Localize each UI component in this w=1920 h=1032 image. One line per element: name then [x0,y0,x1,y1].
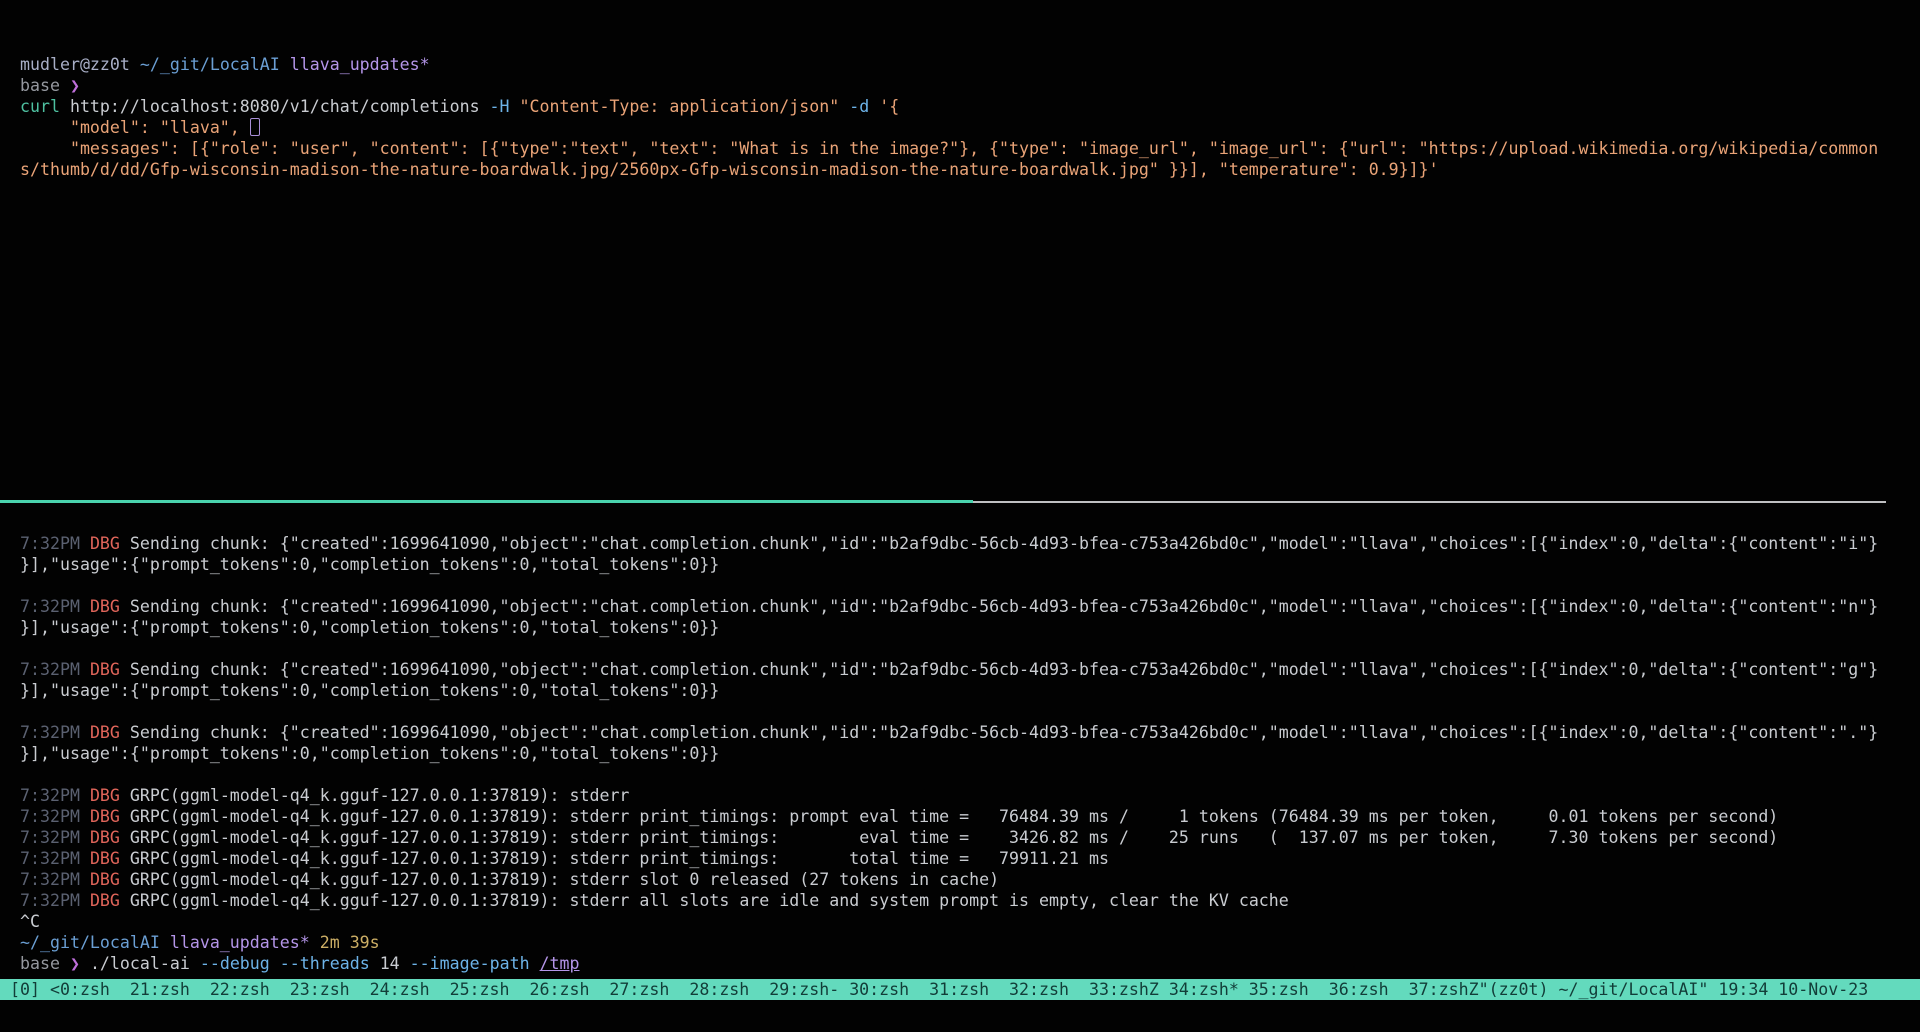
text-segment: DBG [90,828,130,847]
terminal-line: "model": "llava", [20,117,1920,138]
text-segment: '{ [879,97,899,116]
tmux-status-bar[interactable]: [0] <0:zsh 21:zsh 22:zsh 23:zsh 24:zsh 2… [0,979,1920,1000]
text-segment: 7:32PM [20,870,90,889]
text-segment: 7:32PM [20,828,90,847]
text-segment: --threads [280,954,380,973]
terminal-line: mudler@zz0t ~/_git/LocalAI llava_updates… [20,54,1920,75]
text-segment: 2m 39s [320,933,380,952]
terminal-line [20,701,1920,722]
text-segment: 7:32PM [20,891,90,910]
text-segment: 7:32PM [20,723,90,742]
text-segment: 7:32PM [20,660,90,679]
text-segment: GRPC(ggml-model-q4_k.gguf-127.0.0.1:3781… [130,891,1289,910]
text-segment: -H [490,97,520,116]
pane-divider-active-segment [0,500,973,503]
text-segment: 14 [380,954,410,973]
terminal-line: }],"usage":{"prompt_tokens":0,"completio… [20,554,1920,575]
terminal-line: s/thumb/d/dd/Gfp-wisconsin-madison-the-n… [20,159,1920,180]
tmux-window-list[interactable]: <0:zsh 21:zsh 22:zsh 23:zsh 24:zsh 25:zs… [50,980,1479,999]
text-segment: 7:32PM [20,807,90,826]
terminal-line: 7:32PM DBG Sending chunk: {"created":169… [20,596,1920,617]
text-segment: DBG [90,597,130,616]
text-segment: --image-path [410,954,540,973]
pane-divider-inactive-segment [973,501,1886,503]
text-segment: curl [20,97,70,116]
terminal-line: base ❯ ./local-ai --debug --threads 14 -… [20,953,1920,974]
terminal-line [20,638,1920,659]
text-cursor-icon [250,118,260,136]
terminal-line: "messages": [{"role": "user", "content":… [20,138,1920,159]
text-segment: GRPC(ggml-model-q4_k.gguf-127.0.0.1:3781… [130,828,1778,847]
terminal-line: }],"usage":{"prompt_tokens":0,"completio… [20,743,1920,764]
terminal-line: curl http://localhost:8080/v1/chat/compl… [20,96,1920,117]
terminal-line: 7:32PM DBG GRPC(ggml-model-q4_k.gguf-127… [20,869,1920,890]
text-segment: DBG [90,870,130,889]
text-segment: --debug [200,954,280,973]
text-segment: http://localhost:8080/v1/chat/completion… [70,97,490,116]
text-segment: GRPC(ggml-model-q4_k.gguf-127.0.0.1:3781… [130,807,1778,826]
terminal-line: 7:32PM DBG Sending chunk: {"created":169… [20,722,1920,743]
text-segment: "Content-Type: application/json" [520,97,850,116]
terminal-line: 7:32PM DBG GRPC(ggml-model-q4_k.gguf-127… [20,848,1920,869]
text-segment: GRPC(ggml-model-q4_k.gguf-127.0.0.1:3781… [130,870,999,889]
text-segment: mudler@zz0t [20,55,140,74]
text-segment: DBG [90,660,130,679]
text-segment: "model": "llava", [20,118,250,137]
text-segment: 7:32PM [20,786,90,805]
terminal-screen: mudler@zz0t ~/_git/LocalAI llava_updates… [0,0,1920,1032]
text-segment: ./local-ai [90,954,200,973]
text-segment: }],"usage":{"prompt_tokens":0,"completio… [20,744,719,763]
text-segment: /tmp [540,954,580,973]
terminal-line: 7:32PM DBG GRPC(ggml-model-q4_k.gguf-127… [20,806,1920,827]
text-segment: ❯ [70,954,90,973]
terminal-pane-top[interactable]: mudler@zz0t ~/_git/LocalAI llava_updates… [0,0,1920,500]
terminal-line: }],"usage":{"prompt_tokens":0,"completio… [20,617,1920,638]
text-segment: DBG [90,723,130,742]
terminal-line: base ❯ [20,75,1920,96]
terminal-line: ^C [20,911,1920,932]
text-segment: base [20,954,70,973]
tmux-session-label: [0] [10,980,50,999]
text-segment: ❯ [70,76,80,95]
terminal-line: 7:32PM DBG Sending chunk: {"created":169… [20,659,1920,680]
terminal-pane-bottom[interactable]: 7:32PM DBG Sending chunk: {"created":169… [0,504,1920,979]
text-segment: }],"usage":{"prompt_tokens":0,"completio… [20,555,719,574]
terminal-line: 7:32PM DBG GRPC(ggml-model-q4_k.gguf-127… [20,890,1920,911]
terminal-line: 7:32PM DBG GRPC(ggml-model-q4_k.gguf-127… [20,785,1920,806]
terminal-line: }],"usage":{"prompt_tokens":0,"completio… [20,680,1920,701]
text-segment: "messages": [{"role": "user", "content":… [20,139,1878,158]
text-segment: DBG [90,534,130,553]
terminal-line [20,575,1920,596]
text-segment: -d [849,97,879,116]
text-segment: 7:32PM [20,534,90,553]
text-segment: 7:32PM [20,849,90,868]
text-segment: GRPC(ggml-model-q4_k.gguf-127.0.0.1:3781… [130,849,1109,868]
text-segment: Sending chunk: {"created":1699641090,"ob… [130,660,1878,679]
terminal-line: ~/_git/LocalAI llava_updates* 2m 39s [20,932,1920,953]
text-segment: DBG [90,786,130,805]
text-segment: }],"usage":{"prompt_tokens":0,"completio… [20,681,719,700]
terminal-line: 7:32PM DBG Sending chunk: {"created":169… [20,533,1920,554]
text-segment: Sending chunk: {"created":1699641090,"ob… [130,597,1878,616]
terminal-line: 7:32PM DBG GRPC(ggml-model-q4_k.gguf-127… [20,827,1920,848]
text-segment: ^C [20,912,40,931]
text-segment: DBG [90,891,130,910]
text-segment: s/thumb/d/dd/Gfp-wisconsin-madison-the-n… [20,160,1439,179]
text-segment: ~/_git/LocalAI [140,55,290,74]
text-segment: DBG [90,807,130,826]
text-segment: base [20,76,70,95]
terminal-line [20,764,1920,785]
text-segment: Sending chunk: {"created":1699641090,"ob… [130,723,1878,742]
text-segment: }],"usage":{"prompt_tokens":0,"completio… [20,618,719,637]
text-segment: llava_updates* [170,933,320,952]
text-segment: 7:32PM [20,597,90,616]
text-segment: llava_updates* [290,55,430,74]
text-segment: GRPC(ggml-model-q4_k.gguf-127.0.0.1:3781… [130,786,630,805]
text-segment: Sending chunk: {"created":1699641090,"ob… [130,534,1878,553]
text-segment: ~/_git/LocalAI [20,933,170,952]
text-segment: DBG [90,849,130,868]
tmux-status-right: "(zz0t) ~/_git/LocalAI" 19:34 10-Nov-23 [1479,980,1869,999]
